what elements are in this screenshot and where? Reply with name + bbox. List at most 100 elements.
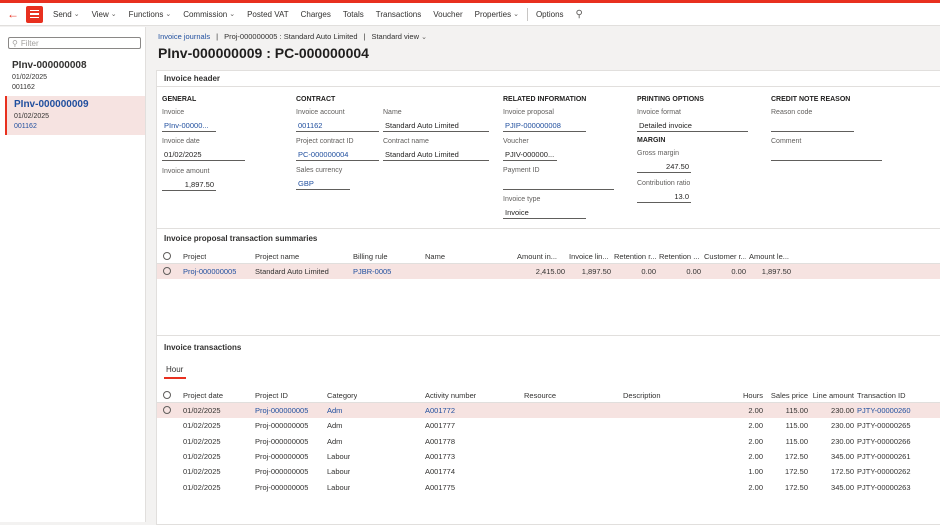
col-line-amount[interactable]: Line amount (811, 391, 854, 400)
invoice-amount-field[interactable]: 1,897.50 (162, 180, 216, 191)
select-all-radio[interactable] (163, 252, 171, 260)
functions-menu[interactable]: Functions ⌄ (123, 3, 178, 26)
invoice-proposal-field[interactable]: PJIP-000000008 (503, 121, 586, 132)
table-row[interactable]: 01/02/2025 Proj-000000005 Adm A001778 2.00 11… (157, 434, 940, 449)
col-project-id[interactable]: Project ID (255, 391, 288, 400)
table-row[interactable]: 01/02/2025 Proj-000000005 Labour A001773 2.0… (157, 449, 940, 464)
contribution-ratio-field[interactable]: 13.0 (637, 192, 691, 203)
sales-currency-field[interactable]: GBP (296, 179, 350, 190)
breadcrumb: Invoice journals | Proj-000000005 : Stan… (158, 32, 427, 41)
col-retention-rate[interactable]: Retention r... (614, 252, 656, 261)
project-date-cell: 01/02/2025 (183, 421, 221, 431)
voucher-button[interactable]: Voucher (427, 3, 468, 26)
sales-price-cell: 115.00 (785, 421, 808, 431)
back-arrow-icon[interactable]: ← (4, 5, 22, 23)
col-project-date[interactable]: Project date (183, 391, 223, 400)
payment-id-field[interactable] (503, 179, 614, 190)
hours-cell: 2.00 (748, 482, 763, 492)
col-resource[interactable]: Resource (524, 391, 556, 400)
row-select-radio[interactable] (163, 406, 171, 414)
hamburger-menu-icon[interactable] (26, 5, 43, 23)
table-row[interactable]: 01/02/2025 Proj-000000005 Adm A001772 2.00 11… (157, 403, 940, 418)
transaction-id-cell[interactable]: PJTY-00000260 (857, 406, 911, 415)
invoice-amount-label: Invoice amount (162, 168, 210, 175)
list-item-title: PInv-000000009 (14, 99, 89, 110)
project-date-cell: 01/02/2025 (183, 482, 221, 492)
col-invoice-line[interactable]: Invoice lin... (569, 252, 611, 261)
table-row[interactable]: Proj-000000005 Standard Auto Limited PJB… (157, 264, 940, 279)
name-field[interactable]: Standard Auto Limited (383, 121, 489, 132)
reason-code-label: Reason code (771, 109, 813, 116)
details-pane: Invoice journals | Proj-000000005 : Stan… (153, 27, 940, 525)
chevron-down-icon: ⌄ (73, 11, 80, 18)
tab-hour-underline (164, 377, 186, 379)
table-row[interactable]: 01/02/2025 Proj-000000005 Labour A001774 1.0… (157, 464, 940, 479)
invoice-date-field[interactable]: 01/02/2025 (162, 150, 245, 161)
voucher-field[interactable]: PJIV-000000... (503, 150, 557, 161)
contract-name-field[interactable]: Standard Auto Limited (383, 150, 489, 161)
invoice-transactions-title[interactable]: Invoice transactions (164, 343, 241, 352)
project-id-cell[interactable]: Proj-000000005 (255, 406, 308, 415)
table-row[interactable]: 01/02/2025 Proj-000000005 Adm A001777 2.00 11… (157, 418, 940, 433)
col-name[interactable]: Name (425, 252, 445, 261)
view-menu[interactable]: View ⌄ (86, 3, 123, 26)
col-transaction-id[interactable]: Transaction ID (857, 391, 906, 400)
charges-button[interactable]: Charges (295, 3, 337, 26)
commission-menu[interactable]: Commission ⌄ (177, 3, 241, 26)
col-retention-amount[interactable]: Retention ... (659, 252, 701, 261)
hours-cell: 2.00 (748, 436, 763, 446)
col-customer-retention[interactable]: Customer r... (704, 252, 746, 261)
col-description[interactable]: Description (623, 391, 661, 400)
gross-margin-field[interactable]: 247.50 (637, 162, 691, 173)
view-selector[interactable]: Standard view ⌄ (371, 32, 427, 41)
transactions-button[interactable]: Transactions (370, 3, 428, 26)
search-icon[interactable]: ⚲ (576, 9, 583, 20)
invoice-format-field[interactable]: Detailed invoice (637, 121, 748, 132)
col-amount-left[interactable]: Amount le... (749, 252, 791, 261)
hours-cell: 2.00 (748, 451, 763, 461)
breadcrumb-invoice-journals-link[interactable]: Invoice journals (158, 32, 210, 41)
send-label: Send (53, 9, 72, 19)
col-activity-number[interactable]: Activity number (425, 391, 476, 400)
invoice-field[interactable]: PInv-00000... (162, 121, 216, 132)
list-item[interactable]: PInv-000000008 01/02/2025 001162 (5, 57, 145, 96)
activity-number-cell[interactable]: A001772 (425, 406, 455, 415)
invoice-account-field[interactable]: 001162 (296, 121, 379, 132)
hours-cell: 1.00 (748, 467, 763, 477)
row-select-radio[interactable] (163, 267, 171, 275)
tab-hour[interactable]: Hour (166, 365, 183, 374)
chevron-down-icon: ⌄ (513, 11, 519, 18)
col-project-name[interactable]: Project name (255, 252, 299, 261)
invoice-type-field[interactable]: Invoice (503, 208, 586, 219)
list-item-selected[interactable]: PInv-000000009 01/02/2025 001162 (5, 96, 145, 135)
col-project[interactable]: Project (183, 252, 206, 261)
proposal-summaries-title[interactable]: Invoice proposal transaction summaries (164, 234, 317, 243)
select-all-radio[interactable] (163, 391, 171, 399)
invoice-header-title[interactable]: Invoice header (164, 74, 220, 83)
send-menu[interactable]: Send ⌄ (47, 3, 86, 26)
comment-field[interactable] (771, 150, 882, 161)
reason-code-field[interactable] (771, 121, 854, 132)
category-cell[interactable]: Adm (327, 406, 342, 415)
action-pane: ← Send ⌄ View ⌄ Functions ⌄ Commission ⌄ Pos… (0, 3, 940, 26)
project-contract-field[interactable]: PC-000000004 (296, 150, 379, 161)
totals-button[interactable]: Totals (337, 3, 370, 26)
activity-number-cell: A001773 (425, 451, 456, 461)
options-button[interactable]: Options (530, 3, 570, 26)
sales-price-cell: 115.00 (785, 436, 808, 446)
col-sales-price[interactable]: Sales price (768, 391, 808, 400)
col-billing-rule[interactable]: Billing rule (353, 252, 388, 261)
posted-vat-button[interactable]: Posted VAT (241, 3, 295, 26)
hours-cell: 2.00 (748, 406, 763, 415)
col-amount-invoiced[interactable]: Amount in... (517, 252, 565, 261)
sales-currency-label: Sales currency (296, 167, 343, 174)
project-date-cell: 01/02/2025 (183, 436, 221, 446)
billing-rule-cell[interactable]: PJBR-0005 (353, 267, 391, 276)
properties-menu[interactable]: Properties ⌄ (469, 3, 525, 26)
filter-input[interactable]: ⚲ Filter (8, 37, 141, 49)
table-row[interactable]: 01/02/2025 Proj-000000005 Labour A001775 2.0… (157, 480, 940, 495)
col-hours[interactable]: Hours (727, 391, 763, 400)
project-cell[interactable]: Proj-000000005 (183, 267, 236, 276)
col-category[interactable]: Category (327, 391, 357, 400)
properties-label: Properties (474, 9, 512, 19)
